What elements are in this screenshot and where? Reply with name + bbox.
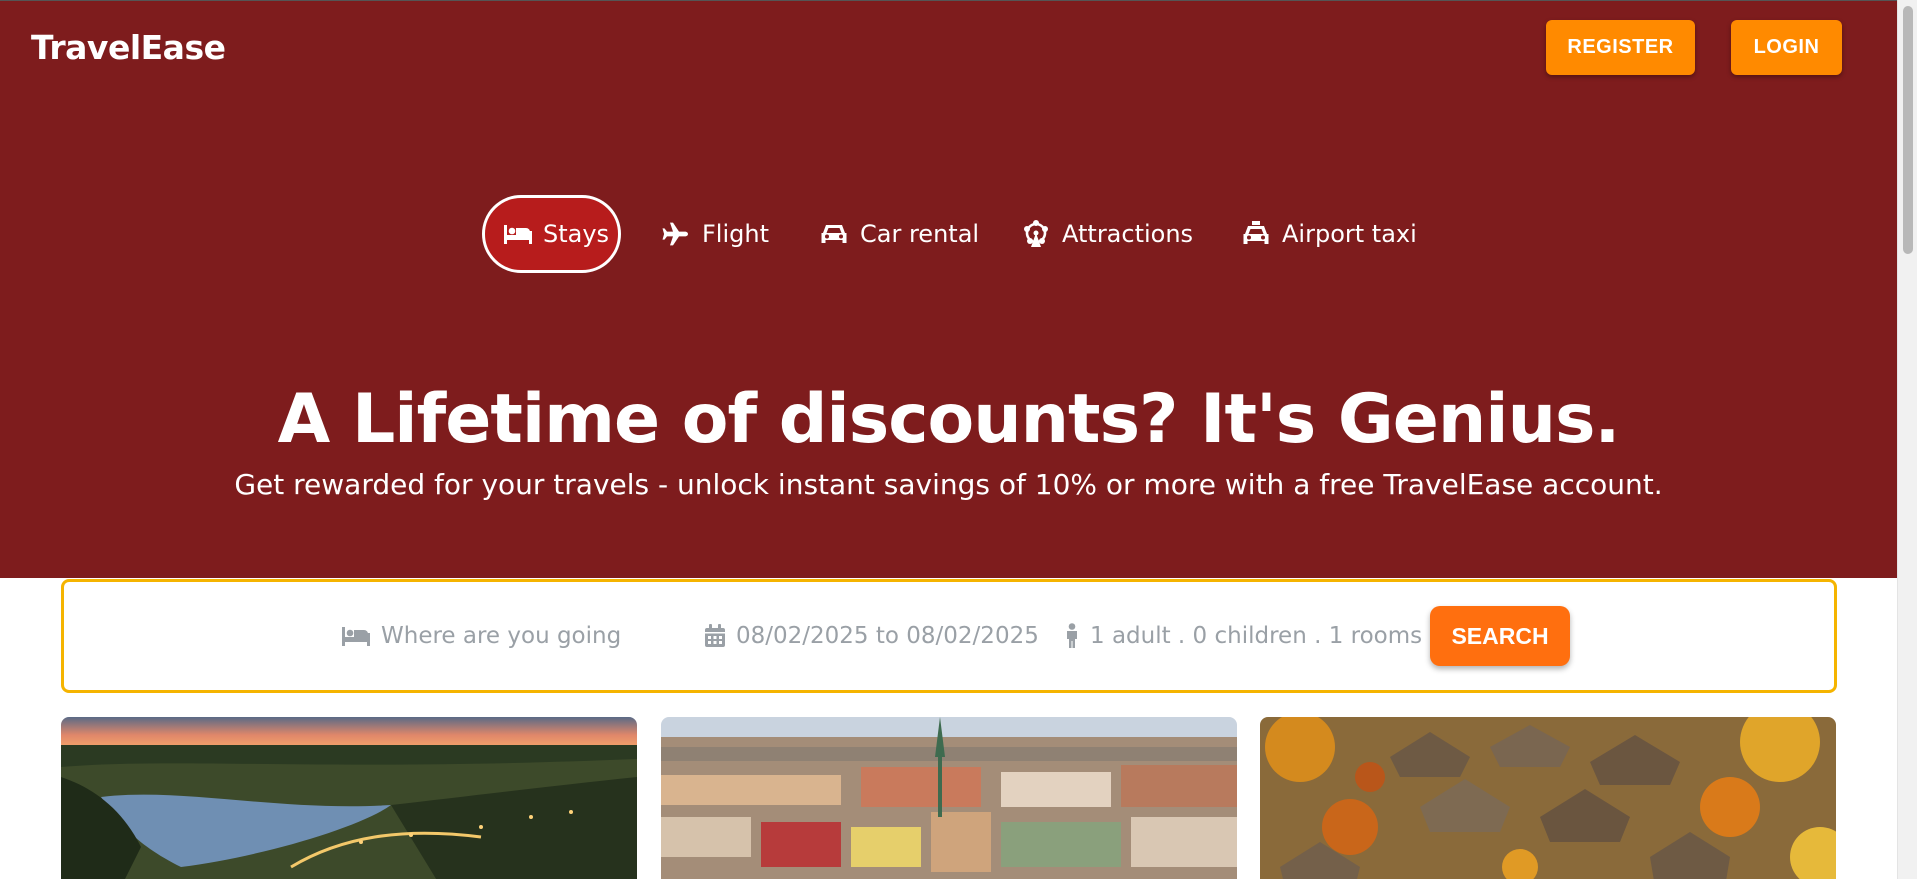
tab-airport-taxi[interactable]: Airport taxi bbox=[1240, 195, 1417, 273]
tab-label: Flight bbox=[702, 220, 769, 248]
sunset-river-bridge-photo bbox=[61, 717, 637, 879]
plane-icon bbox=[660, 220, 692, 248]
destination-cards bbox=[0, 717, 1897, 879]
tab-label: Stays bbox=[543, 220, 610, 248]
window-top-border bbox=[0, 0, 1897, 1]
tab-flight[interactable]: Flight bbox=[660, 195, 769, 273]
tab-attractions[interactable]: Attractions bbox=[1020, 195, 1193, 273]
register-button[interactable]: REGISTER bbox=[1546, 20, 1695, 75]
destination-field[interactable] bbox=[341, 582, 621, 690]
hero-subline: Get rewarded for your travels - unlock i… bbox=[234, 468, 1663, 501]
autumn-village-photo bbox=[1260, 717, 1836, 879]
destination-card[interactable] bbox=[661, 717, 1237, 879]
page-scrollbar[interactable] bbox=[1897, 0, 1917, 879]
guests-value: 1 adult . 0 children . 1 rooms bbox=[1090, 623, 1423, 649]
hero-section: TravelEase REGISTER LOGIN Stays Flight C… bbox=[0, 0, 1897, 578]
calendar-icon bbox=[704, 624, 726, 648]
search-button[interactable]: SEARCH bbox=[1430, 606, 1570, 666]
bed-icon bbox=[503, 220, 533, 248]
date-range-field[interactable]: 08/02/2025 to 08/02/2025 bbox=[704, 582, 1039, 690]
tab-label: Car rental bbox=[860, 220, 980, 248]
category-tabs: Stays Flight Car rental Attractions Airp… bbox=[0, 195, 1897, 273]
car-icon bbox=[818, 220, 850, 248]
date-range-value: 08/02/2025 to 08/02/2025 bbox=[736, 623, 1039, 649]
person-icon bbox=[1064, 623, 1080, 649]
guests-field[interactable]: 1 adult . 0 children . 1 rooms bbox=[1064, 582, 1422, 690]
bed-icon bbox=[341, 625, 371, 647]
city-aerial-photo bbox=[661, 717, 1237, 879]
hero-headline: A Lifetime of discounts? It's Genius. bbox=[277, 380, 1621, 459]
tab-car-rental[interactable]: Car rental bbox=[818, 195, 979, 273]
search-bar: 08/02/2025 to 08/02/2025 1 adult . 0 chi… bbox=[61, 579, 1837, 693]
scrollbar-thumb[interactable] bbox=[1903, 6, 1913, 254]
tab-label: Airport taxi bbox=[1282, 220, 1417, 248]
ferris-wheel-icon bbox=[1020, 220, 1052, 248]
login-button[interactable]: LOGIN bbox=[1731, 20, 1842, 75]
tab-label: Attractions bbox=[1062, 220, 1194, 248]
brand-logo[interactable]: TravelEase bbox=[31, 28, 226, 67]
taxi-icon bbox=[1240, 220, 1272, 248]
destination-input[interactable] bbox=[381, 623, 621, 649]
destination-card[interactable] bbox=[1260, 717, 1836, 879]
tab-stays[interactable]: Stays bbox=[482, 195, 621, 273]
destination-card[interactable] bbox=[61, 717, 637, 879]
